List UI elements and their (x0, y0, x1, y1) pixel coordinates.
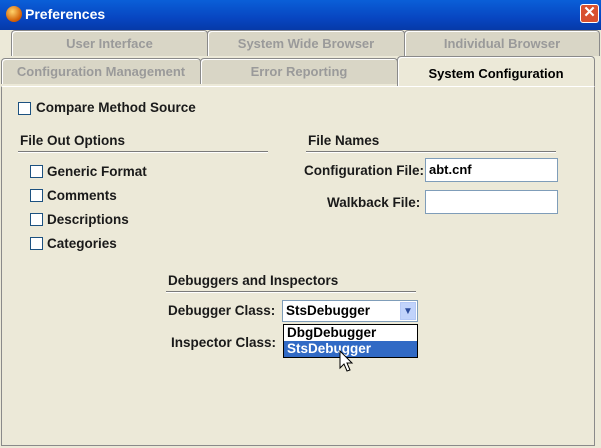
configuration-file-label: Configuration File: (304, 163, 424, 178)
tab-system-configuration[interactable]: System Configuration (397, 56, 595, 86)
comments-label: Comments (47, 188, 117, 203)
inspector-class-label: Inspector Class: (171, 335, 277, 350)
tab-system-wide-browser[interactable]: System Wide Browser (207, 30, 405, 56)
preferences-window: Preferences ✕ User Interface System Wide… (0, 0, 601, 448)
descriptions-label: Descriptions (47, 212, 129, 227)
tab-error-reporting[interactable]: Error Reporting (200, 58, 398, 84)
file-names-divider (306, 151, 556, 153)
compare-method-source-label: Compare Method Source (36, 100, 196, 115)
chevron-down-icon[interactable]: ▼ (400, 302, 416, 320)
window-title: Preferences (25, 6, 106, 22)
generic-format-checkbox[interactable] (30, 165, 43, 178)
compare-method-source-checkbox[interactable] (18, 102, 31, 115)
title-bar: Preferences ✕ (0, 0, 601, 30)
file-out-options-title: File Out Options (20, 133, 125, 148)
configuration-file-input[interactable]: abt.cnf (425, 158, 558, 182)
debugger-class-value: StsDebugger (286, 303, 371, 318)
debuggers-title: Debuggers and Inspectors (168, 273, 339, 288)
close-button[interactable]: ✕ (580, 4, 599, 23)
debugger-class-select[interactable]: StsDebugger ▼ (282, 300, 418, 322)
categories-label: Categories (47, 236, 117, 251)
generic-format-label: Generic Format (47, 164, 147, 179)
file-names-title: File Names (308, 133, 380, 148)
debugger-class-label: Debugger Class: (168, 303, 276, 318)
comments-checkbox[interactable] (30, 189, 43, 202)
tab-individual-browser[interactable]: Individual Browser (404, 30, 600, 56)
app-icon (6, 6, 22, 22)
walkback-file-input[interactable] (425, 190, 558, 214)
descriptions-checkbox[interactable] (30, 213, 43, 226)
dropdown-option-dbgdebugger[interactable]: DbgDebugger (284, 325, 417, 341)
tab-configuration-management[interactable]: Configuration Management (1, 58, 201, 84)
debuggers-divider (166, 291, 416, 293)
tab-user-interface[interactable]: User Interface (11, 30, 208, 56)
file-out-divider (18, 151, 268, 153)
categories-checkbox[interactable] (30, 237, 43, 250)
walkback-file-label: Walkback File: (327, 195, 421, 210)
mouse-cursor-icon (339, 350, 354, 372)
